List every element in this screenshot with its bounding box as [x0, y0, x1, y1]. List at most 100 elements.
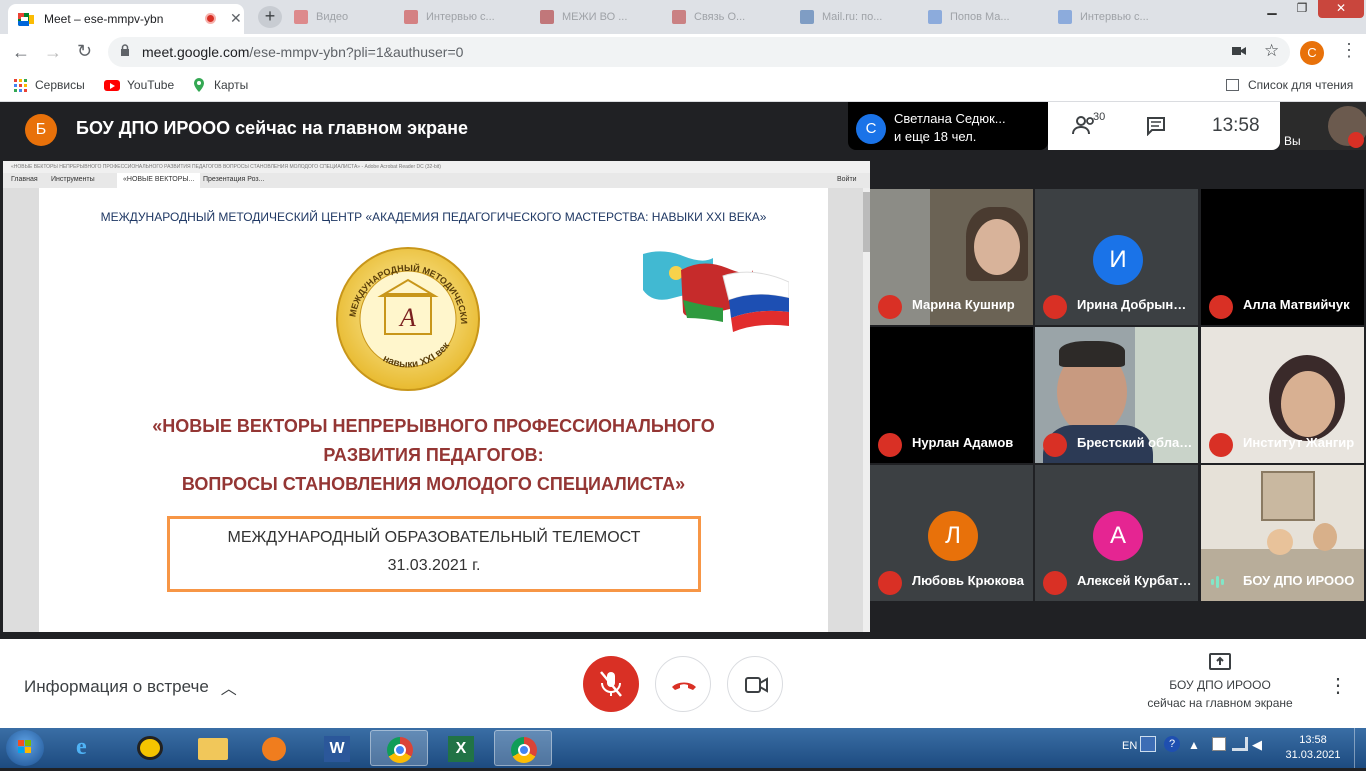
muted-mic-icon — [1209, 433, 1233, 457]
tray-app-icon[interactable] — [1140, 736, 1156, 752]
camera-blocked-icon[interactable] — [1232, 44, 1246, 58]
present-screen-icon — [1209, 653, 1231, 670]
taskbar-ie[interactable]: e — [60, 730, 118, 766]
participant-tile[interactable]: Л Любовь Крюкова — [870, 465, 1033, 601]
background-tab[interactable]: Mail.ru: по... — [800, 6, 900, 28]
bookmark-maps[interactable]: Карты — [192, 76, 248, 94]
new-tab-button[interactable]: + — [258, 6, 282, 28]
tab-strip: Meet – ese-mmpv-ybn ✕ + Видео Интервью с… — [0, 0, 1366, 34]
slide-org-header: МЕЖДУНАРОДНЫЙ МЕТОДИЧЕСКИЙ ЦЕНТР «АКАДЕМ… — [100, 210, 767, 224]
participant-tile[interactable]: БОУ ДПО ИРООО — [1201, 465, 1364, 601]
people-count: 30 — [1093, 111, 1106, 123]
background-tab[interactable]: Попов Ма... — [928, 6, 1028, 28]
leave-call-button[interactable] — [655, 656, 711, 712]
taskbar-word[interactable]: W — [308, 730, 366, 766]
taskbar-app[interactable] — [122, 730, 180, 766]
lock-icon — [120, 44, 130, 56]
meeting-controls-bar: Информация о встрече ︿ БОУ ДПО ИРООО сей… — [0, 639, 1366, 728]
taskbar-explorer[interactable] — [184, 730, 242, 766]
windows-taskbar: e W X EN ? ▲ ◀ 13:58 31.03.2021 — [0, 728, 1366, 768]
slide-scrollbar[interactable] — [863, 188, 870, 632]
taskbar-chrome-profile[interactable] — [494, 730, 552, 766]
background-tab[interactable]: Интервью с... — [404, 6, 504, 28]
participant-tile[interactable]: Брестский областной — [1035, 327, 1198, 463]
participant-name: Нурлан Адамов — [912, 435, 1014, 450]
participant-tile[interactable]: И Ирина Добрынина — [1035, 189, 1198, 325]
background-tab[interactable]: Видео — [294, 6, 394, 28]
acrobat-signin[interactable]: Войти — [837, 176, 857, 183]
network-icon[interactable] — [1232, 737, 1248, 751]
browser-menu-icon[interactable]: ⋮ — [1340, 40, 1358, 61]
muted-mic-icon — [878, 433, 902, 457]
acrobat-tab-document[interactable]: «НОВЫЕ ВЕКТОРЫ... — [117, 173, 201, 188]
acrobat-tab-presentation[interactable]: Презентация Роз... — [203, 176, 264, 183]
participant-tile[interactable]: Институт Жангир — [1201, 327, 1364, 463]
taskbar-excel[interactable]: X — [432, 730, 490, 766]
academy-seal-logo: МЕЖДУНАРОДНЫЙ МЕТОДИЧЕСКИЙ ЦЕНТР навыки … — [332, 237, 481, 392]
svg-text:А: А — [398, 303, 416, 332]
slide-title-line3: ВОПРОСЫ СТАНОВЛЕНИЯ МОЛОДОГО СПЕЦИАЛИСТА… — [181, 474, 686, 494]
acrobat-menu-tools[interactable]: Инструменты — [51, 176, 95, 183]
participant-tile[interactable]: А Алексей Курбатов — [1035, 465, 1198, 601]
chat-button[interactable] — [1146, 116, 1166, 141]
background-tab[interactable]: Связь О... — [672, 6, 772, 28]
apps-grid-icon — [14, 78, 27, 92]
bookmark-youtube[interactable]: YouTube — [104, 76, 174, 94]
muted-mic-icon — [1209, 295, 1233, 319]
language-indicator[interactable]: EN — [1122, 740, 1137, 752]
active-tab[interactable]: Meet – ese-mmpv-ybn ✕ — [8, 4, 244, 34]
close-tab-icon[interactable]: ✕ — [230, 10, 242, 27]
reload-icon[interactable]: ↻ — [77, 41, 92, 62]
volume-icon[interactable]: ◀ — [1252, 737, 1262, 753]
bookmark-services[interactable]: Сервисы — [14, 76, 85, 94]
reading-list-button[interactable]: Список для чтения — [1226, 76, 1353, 94]
action-center-icon[interactable] — [1212, 737, 1226, 751]
speaker-name: Светлана Седюк... — [894, 111, 1006, 126]
self-view[interactable]: Вы — [1280, 102, 1366, 150]
taskbar-chrome[interactable] — [370, 730, 428, 766]
system-clock[interactable]: 13:58 31.03.2021 — [1280, 733, 1346, 763]
help-tray-icon[interactable]: ? — [1164, 736, 1180, 752]
chrome-profile-icon — [511, 737, 537, 763]
meeting-info-button[interactable]: Информация о встрече ︿ — [24, 675, 237, 699]
shared-screen: «НОВЫЕ ВЕКТОРЫ НЕПРЕРЫВНОГО ПРОФЕССИОНАЛ… — [3, 161, 870, 632]
minimize-window-icon[interactable]: ▁ — [1258, 0, 1286, 18]
active-speaker-chip[interactable]: С Светлана Седюк... и еще 18 чел. — [848, 102, 1048, 150]
people-button[interactable]: 30 — [1072, 111, 1105, 137]
participant-avatar: Л — [928, 511, 978, 561]
participant-tile[interactable]: Нурлан Адамов — [870, 327, 1033, 463]
participant-name: Алексей Курбатов — [1077, 573, 1193, 588]
camera-toggle-button[interactable] — [727, 656, 783, 712]
profile-avatar[interactable]: С — [1300, 41, 1324, 65]
muted-mic-icon — [878, 295, 902, 319]
back-arrow-icon[interactable]: ← — [12, 42, 30, 63]
close-window-icon[interactable]: ✕ — [1318, 0, 1364, 18]
start-button[interactable] — [6, 730, 44, 766]
muted-mic-icon — [878, 571, 902, 595]
event-date: 31.03.2021 г. — [387, 557, 481, 574]
self-label: Вы — [1284, 134, 1301, 148]
participant-name: Институт Жангир — [1243, 435, 1355, 450]
address-bar[interactable]: meet.google.com/ese-mmpv-ybn?pli=1&authu… — [108, 37, 1290, 67]
presentation-status[interactable]: БОУ ДПО ИРООО сейчас на главном экране — [1130, 653, 1310, 712]
show-hidden-icons[interactable]: ▲ — [1188, 738, 1200, 752]
background-tab[interactable]: МЕЖИ ВО ... — [540, 6, 640, 28]
presenting-name: БОУ ДПО ИРООО — [1169, 678, 1271, 692]
more-options-icon[interactable]: ⋮ — [1328, 673, 1348, 698]
meeting-top-bar: 30 13:58 — [1048, 102, 1280, 150]
mic-toggle-button[interactable] — [583, 656, 639, 712]
participant-tile[interactable]: Марина Кушнир — [870, 189, 1033, 325]
tab-title: Meet – ese-mmpv-ybn — [44, 12, 164, 26]
taskbar-media[interactable] — [246, 730, 304, 766]
background-tab[interactable]: Интервью с... — [1058, 6, 1158, 28]
participant-tile[interactable]: Алла Матвийчук — [1201, 189, 1364, 325]
presenting-status: сейчас на главном экране — [1147, 696, 1293, 710]
chrome-icon — [387, 737, 413, 763]
bookmark-star-icon[interactable]: ☆ — [1264, 41, 1279, 61]
restore-window-icon[interactable]: ❐ — [1288, 0, 1316, 18]
speaking-indicator-icon — [1209, 575, 1227, 589]
show-desktop-button[interactable] — [1354, 728, 1366, 768]
participant-name: Ирина Добрынина — [1077, 297, 1193, 312]
acrobat-menu-home[interactable]: Главная — [11, 176, 38, 183]
forward-arrow-icon[interactable]: → — [44, 42, 62, 63]
